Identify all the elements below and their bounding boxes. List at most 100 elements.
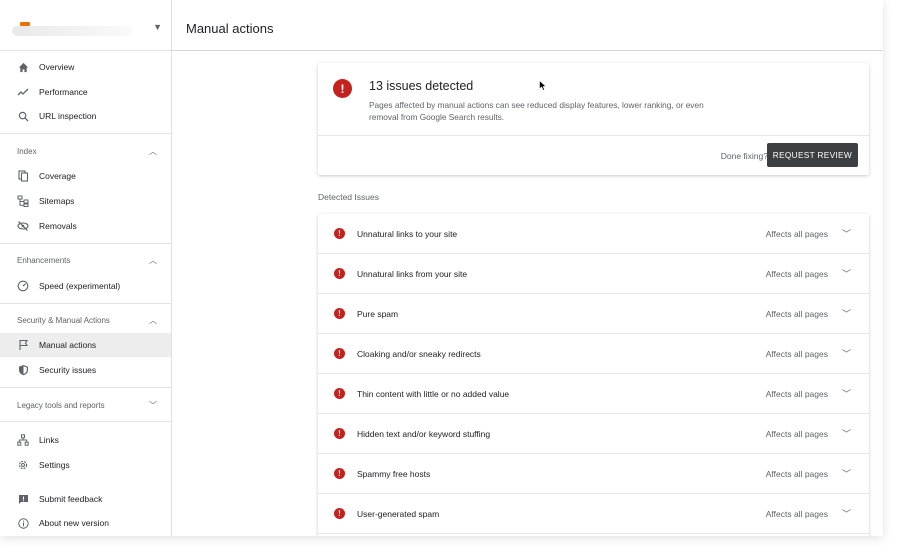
section-enhancements[interactable]: Enhancements ︿ (0, 250, 171, 270)
sidebar-item-feedback[interactable]: Submit feedback (0, 487, 171, 511)
sitemap-icon (17, 195, 29, 207)
sidebar-item-performance[interactable]: Performance (0, 80, 171, 104)
alert-icon: ! (334, 308, 345, 319)
chevron-up-icon: ︿ (149, 255, 157, 265)
sidebar-item-security-issues[interactable]: Security issues (0, 358, 171, 382)
sidebar-item-manual-actions[interactable]: Manual actions (0, 333, 171, 357)
shield-icon (17, 364, 29, 376)
issue-scope: Affects all pages (765, 428, 828, 439)
issue-row[interactable]: ! Hidden text and/or keyword stuffing Af… (318, 414, 869, 454)
sidebar-item-label: Security issues (39, 365, 97, 375)
sidebar-item-sitemaps[interactable]: Sitemaps (0, 189, 171, 213)
sidebar-item-label: Performance (39, 87, 88, 97)
issue-scope: Affects all pages (765, 468, 828, 479)
section-index[interactable]: Index ︿ (0, 141, 171, 161)
issue-label: Pure spam (357, 308, 399, 319)
section-security[interactable]: Security & Manual Actions ︿ (0, 310, 171, 330)
issue-row[interactable]: ! User-generated spam Affects all pages … (318, 494, 869, 534)
alert-icon: ! (334, 348, 345, 359)
issue-scope: Affects all pages (765, 228, 828, 239)
issue-scope: Affects all pages (765, 508, 828, 519)
sidebar-divider (0, 421, 171, 422)
issue-scope: Affects all pages (765, 388, 828, 399)
feedback-icon (17, 493, 29, 505)
flag-icon (17, 339, 29, 351)
alert-icon: ! (334, 228, 345, 239)
sidebar-item-removals[interactable]: Removals (0, 214, 171, 238)
detected-issues-heading: Detected Issues (318, 192, 379, 202)
sidebar-item-label: Coverage (39, 171, 76, 181)
issue-row[interactable]: ! Unnatural links from your site Affects… (318, 254, 869, 294)
eye-off-icon (17, 220, 29, 232)
alert-icon: ! (334, 428, 345, 439)
sidebar-divider (0, 387, 171, 388)
sidebar-item-overview[interactable]: Overview (0, 55, 171, 79)
alert-icon: ! (334, 468, 345, 479)
chevron-down-icon[interactable]: ﹀ (842, 507, 851, 520)
alert-icon: ! (333, 79, 352, 98)
issue-label: Cloaking and/or sneaky redirects (357, 348, 481, 359)
sidebar-item-coverage[interactable]: Coverage (0, 164, 171, 188)
speed-icon (17, 280, 29, 292)
trending-icon (17, 86, 29, 98)
mouse-cursor-icon (539, 79, 547, 94)
issue-label: Unnatural links to your site (357, 228, 458, 239)
property-name-blurred (12, 26, 132, 36)
chevron-down-icon[interactable]: ﹀ (842, 307, 851, 320)
property-selector[interactable]: ▼ (6, 14, 166, 44)
search-icon (17, 110, 29, 122)
chevron-down-icon[interactable]: ﹀ (842, 467, 851, 480)
issue-label: Hidden text and/or keyword stuffing (357, 428, 491, 439)
issue-row[interactable]: ! Spammy free hosts Affects all pages ﹀ (318, 454, 869, 494)
sidebar-item-label: Settings (39, 460, 70, 470)
section-title: Security & Manual Actions (17, 315, 110, 325)
sidebar-item-about[interactable]: About new version (0, 511, 171, 535)
issue-label: Unnatural links from your site (357, 268, 468, 279)
sidebar-item-links[interactable]: Links (0, 428, 171, 452)
sidebar-divider (0, 133, 171, 134)
issue-label: User-generated spam (357, 508, 440, 519)
chevron-down-icon[interactable]: ﹀ (842, 347, 851, 360)
alert-icon: ! (334, 388, 345, 399)
main-content: ! 13 issues detected Pages affected by m… (172, 51, 883, 536)
sidebar-item-label: About new version (39, 518, 109, 528)
chevron-down-icon[interactable]: ﹀ (842, 427, 851, 440)
issues-list: ! Unnatural links to your site Affects a… (318, 214, 869, 536)
request-review-button[interactable]: REQUEST REVIEW (766, 143, 858, 167)
chevron-down-icon[interactable]: ﹀ (842, 387, 851, 400)
page-title: Manual actions (186, 21, 274, 36)
sidebar-item-label: Speed (experimental) (39, 281, 121, 291)
card-divider (318, 135, 869, 136)
issue-row[interactable]: ! Unnatural links to your site Affects a… (318, 214, 869, 254)
chevron-down-icon[interactable]: ﹀ (842, 267, 851, 280)
section-legacy[interactable]: Legacy tools and reports ﹀ (0, 395, 171, 415)
sidebar-item-speed[interactable]: Speed (experimental) (0, 274, 171, 298)
summary-card: ! 13 issues detected Pages affected by m… (318, 63, 869, 175)
app-window: ▼ Overview Performance URL inspection In… (0, 0, 883, 536)
issue-scope: Affects all pages (765, 268, 828, 279)
issue-scope: Affects all pages (765, 308, 828, 319)
chevron-up-icon: ︿ (149, 146, 157, 156)
alert-icon: ! (334, 508, 345, 519)
issue-label: Thin content with little or no added val… (357, 388, 510, 399)
page-header: Manual actions (172, 0, 883, 51)
chevron-down-icon[interactable]: ﹀ (842, 227, 851, 240)
sidebar-item-url-inspection[interactable]: URL inspection (0, 104, 171, 128)
sidebar-item-settings[interactable]: Settings (0, 453, 171, 477)
sidebar-divider (0, 243, 171, 244)
sidebar-item-label: Overview (39, 62, 75, 72)
home-icon (17, 61, 29, 73)
sidebar-item-label: Removals (39, 221, 77, 231)
network-icon (17, 434, 29, 446)
section-title: Enhancements (17, 255, 71, 265)
sidebar-item-label: Submit feedback (39, 494, 103, 504)
issue-row[interactable]: ! Cloaking and/or sneaky redirects Affec… (318, 334, 869, 374)
section-title: Legacy tools and reports (17, 400, 105, 410)
issue-row[interactable]: ! Pure spam Affects all pages ﹀ (318, 294, 869, 334)
sidebar-item-label: Sitemaps (39, 196, 75, 206)
alert-icon: ! (334, 268, 345, 279)
issue-row[interactable]: ! Thin content with little or no added v… (318, 374, 869, 414)
caret-down-icon: ▼ (153, 22, 162, 32)
gear-icon (17, 459, 29, 471)
issues-headline: 13 issues detected (369, 79, 474, 93)
